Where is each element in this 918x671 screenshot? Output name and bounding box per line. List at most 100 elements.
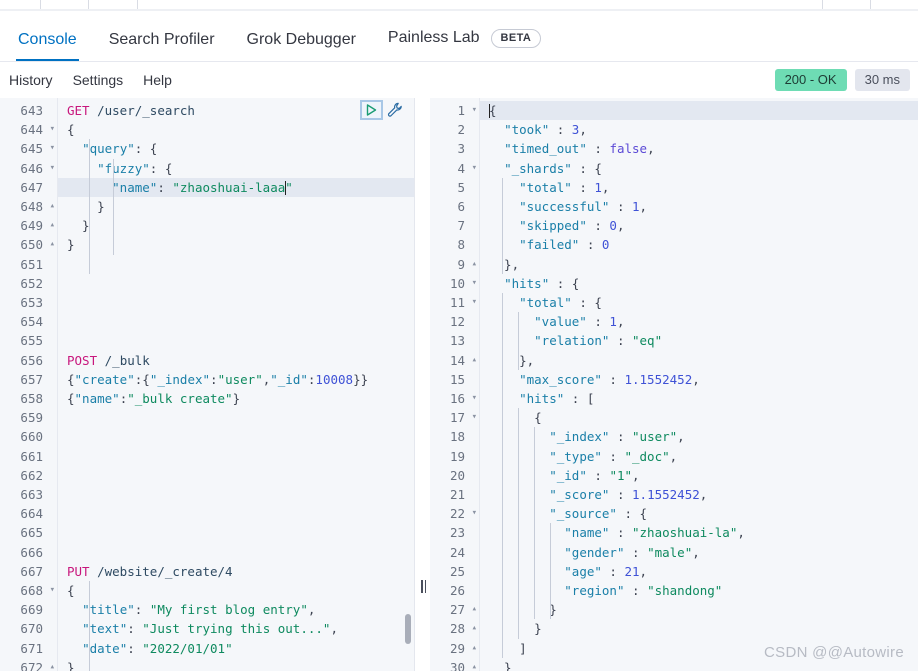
code-line[interactable] xyxy=(58,447,414,466)
code-line[interactable] xyxy=(58,427,414,446)
code-line[interactable]: POST /_bulk xyxy=(58,351,414,370)
code-line[interactable]: "value" : 1, xyxy=(480,312,918,331)
fold-down-icon[interactable]: ▾ xyxy=(472,101,477,120)
fold-up-icon[interactable]: ▴ xyxy=(50,235,55,254)
code-token: { xyxy=(489,103,497,118)
code-line[interactable]: } xyxy=(58,216,414,235)
subnav-item-settings[interactable]: Settings xyxy=(73,72,135,88)
code-line[interactable]: "skipped" : 0, xyxy=(480,216,918,235)
fold-up-icon[interactable]: ▴ xyxy=(472,639,477,658)
fold-down-icon[interactable]: ▾ xyxy=(50,120,55,139)
request-lines[interactable]: GET /user/_search{ "query": { "fuzzy": {… xyxy=(58,98,414,671)
pane-resize-handle[interactable] xyxy=(419,579,428,593)
code-line[interactable]: "relation" : "eq" xyxy=(480,331,918,350)
code-line[interactable]: PUT /website/_create/4 xyxy=(58,562,414,581)
code-line[interactable]: "hits" : { xyxy=(480,274,918,293)
code-line[interactable] xyxy=(58,543,414,562)
code-line[interactable]: { xyxy=(480,408,918,427)
code-line[interactable]: }, xyxy=(480,255,918,274)
code-line[interactable]: { xyxy=(480,101,918,121)
code-line[interactable]: "timed_out" : false, xyxy=(480,139,918,158)
fold-up-icon[interactable]: ▴ xyxy=(472,658,477,671)
code-line[interactable]: "gender" : "male", xyxy=(480,543,918,562)
code-line[interactable]: "region" : "shandong" xyxy=(480,581,918,600)
subnav-item-help[interactable]: Help xyxy=(143,72,183,88)
fold-up-icon[interactable]: ▴ xyxy=(472,255,477,274)
wrench-icon[interactable] xyxy=(386,101,405,120)
code-line[interactable]: "title": "My first blog entry", xyxy=(58,600,414,619)
request-scrollbar-thumb[interactable] xyxy=(405,614,411,644)
code-line[interactable]: } xyxy=(480,619,918,638)
code-line[interactable] xyxy=(58,331,414,350)
code-line[interactable] xyxy=(58,466,414,485)
code-line[interactable]: } xyxy=(58,658,414,671)
response-editor[interactable]: 1 ▾ 2 3 4 ▾ 5 6 7 8 9 ▴ 10 ▾ 11 ▾ 12 13 14 ▴ 15 16 ▾ 17 ▾ 18 19 20 2… xyxy=(430,98,918,671)
code-line[interactable]: {"name":"_bulk create"} xyxy=(58,389,414,408)
code-line[interactable]: "name": "zhaoshuai-laaa" xyxy=(58,177,414,197)
fold-up-icon[interactable]: ▴ xyxy=(472,619,477,638)
window-top-strip xyxy=(0,0,918,11)
tab-search-profiler[interactable]: Search Profiler xyxy=(93,32,231,61)
code-line[interactable]: } xyxy=(58,197,414,216)
subnav-item-history[interactable]: History xyxy=(9,72,64,88)
response-lines[interactable]: { "took" : 3, "timed_out" : false, "_sha… xyxy=(480,98,918,671)
code-line[interactable] xyxy=(58,312,414,331)
tab-console[interactable]: Console xyxy=(2,32,93,61)
code-line[interactable]: "date": "2022/01/01" xyxy=(58,639,414,658)
fold-down-icon[interactable]: ▾ xyxy=(472,293,477,312)
code-line[interactable] xyxy=(58,523,414,542)
fold-up-icon[interactable]: ▴ xyxy=(472,351,477,370)
fold-down-icon[interactable]: ▾ xyxy=(472,159,477,178)
request-editor-pane[interactable]: 643 644 ▾ 645 ▾ 646 ▾ 647 648 ▴ 649 ▴ 650 ▴ 651 652 653 6… xyxy=(0,98,415,671)
code-line[interactable]: "max_score" : 1.1552452, xyxy=(480,370,918,389)
code-line[interactable]: "_id" : "1", xyxy=(480,466,918,485)
code-line[interactable] xyxy=(58,485,414,504)
fold-down-icon[interactable]: ▾ xyxy=(50,159,55,178)
code-line[interactable]: "total" : 1, xyxy=(480,178,918,197)
fold-up-icon[interactable]: ▴ xyxy=(50,197,55,216)
code-line[interactable]: } xyxy=(480,600,918,619)
code-line[interactable]: "_source" : { xyxy=(480,504,918,523)
request-editor[interactable]: 643 644 ▾ 645 ▾ 646 ▾ 647 648 ▴ 649 ▴ 650 ▴ 651 652 653 6… xyxy=(0,98,415,671)
code-line[interactable] xyxy=(58,274,414,293)
code-line[interactable]: "text": "Just trying this out...", xyxy=(58,619,414,638)
code-line[interactable]: "query": { xyxy=(58,139,414,158)
code-line[interactable] xyxy=(58,255,414,274)
code-line[interactable]: { xyxy=(58,120,414,139)
code-line[interactable]: "total" : { xyxy=(480,293,918,312)
play-icon[interactable] xyxy=(360,100,383,120)
fold-down-icon[interactable]: ▾ xyxy=(472,408,477,427)
code-line[interactable]: }, xyxy=(480,351,918,370)
fold-up-icon[interactable]: ▴ xyxy=(50,658,55,671)
fold-up-icon[interactable]: ▴ xyxy=(50,216,55,235)
code-line[interactable] xyxy=(58,408,414,427)
code-line[interactable]: "_type" : "_doc", xyxy=(480,447,918,466)
code-line[interactable]: "_shards" : { xyxy=(480,159,918,178)
code-line[interactable]: "age" : 21, xyxy=(480,562,918,581)
code-line[interactable] xyxy=(58,504,414,523)
code-line[interactable]: } xyxy=(58,235,414,254)
code-line[interactable]: "_score" : 1.1552452, xyxy=(480,485,918,504)
code-line[interactable]: "name" : "zhaoshuai-la", xyxy=(480,523,918,542)
fold-down-icon[interactable]: ▾ xyxy=(50,139,55,158)
response-pane[interactable]: 1 ▾ 2 3 4 ▾ 5 6 7 8 9 ▴ 10 ▾ 11 ▾ 12 13 14 ▴ 15 16 ▾ 17 ▾ 18 19 20 2… xyxy=(430,98,918,671)
fold-down-icon[interactable]: ▾ xyxy=(50,581,55,600)
code-line[interactable]: {"create":{"_index":"user","_id":10008}} xyxy=(58,370,414,389)
fold-up-icon[interactable]: ▴ xyxy=(472,600,477,619)
code-line[interactable]: "fuzzy": { xyxy=(58,159,414,178)
code-line[interactable]: "successful" : 1, xyxy=(480,197,918,216)
code-line[interactable]: "_index" : "user", xyxy=(480,427,918,446)
code-line[interactable]: "took" : 3, xyxy=(480,120,918,139)
fold-down-icon[interactable]: ▾ xyxy=(472,504,477,523)
tab-painless-lab[interactable]: Painless Lab BETA xyxy=(372,28,557,61)
fold-down-icon[interactable]: ▾ xyxy=(472,389,477,408)
tab-grok-debugger[interactable]: Grok Debugger xyxy=(231,32,372,61)
code-line[interactable]: { xyxy=(58,581,414,600)
code-line[interactable]: "hits" : [ xyxy=(480,389,918,408)
response-gutter[interactable]: 1 ▾ 2 3 4 ▾ 5 6 7 8 9 ▴ 10 ▾ 11 ▾ 12 13 14 ▴ 15 16 ▾ 17 ▾ 18 19 20 2… xyxy=(430,98,480,671)
request-gutter[interactable]: 643 644 ▾ 645 ▾ 646 ▾ 647 648 ▴ 649 ▴ 650 ▴ 651 652 653 6… xyxy=(0,98,58,671)
fold-down-icon[interactable]: ▾ xyxy=(472,274,477,293)
code-line[interactable]: "failed" : 0 xyxy=(480,235,918,254)
code-line[interactable] xyxy=(58,293,414,312)
